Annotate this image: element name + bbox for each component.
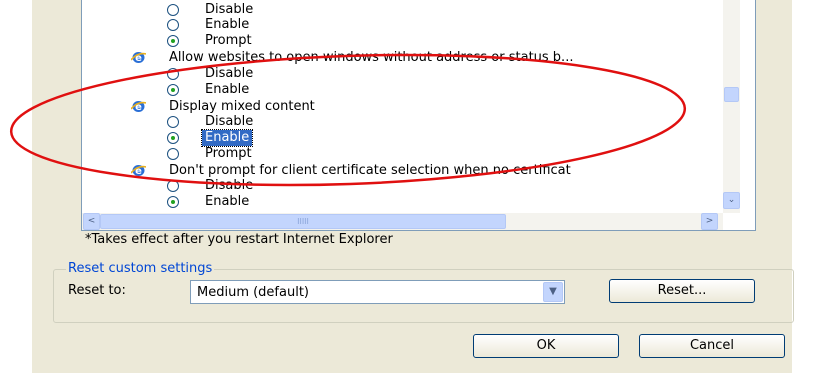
chevron-right-icon: > (705, 216, 714, 226)
ie-icon: e (130, 51, 147, 64)
radio-unchecked-icon[interactable] (167, 68, 179, 80)
scroll-grip-icon: IIIII (297, 217, 309, 226)
reset-level-select[interactable]: Medium (default) ▼ (190, 280, 565, 304)
setting-option[interactable]: Disable (82, 178, 722, 194)
setting-option[interactable]: Enable (82, 17, 722, 33)
scroll-right-button[interactable]: > (701, 213, 718, 230)
reset-button[interactable]: Reset... (609, 279, 755, 303)
ok-button[interactable]: OK (473, 334, 619, 358)
reset-to-label: Reset to: (68, 283, 126, 298)
setting-option[interactable]: Enable (82, 129, 722, 147)
cancel-button[interactable]: Cancel (639, 334, 785, 358)
setting-option-label: Disable (205, 66, 254, 81)
setting-option-label: Prompt (205, 146, 252, 161)
radio-checked-icon[interactable] (167, 35, 179, 47)
scroll-left-button[interactable]: < (83, 213, 100, 230)
setting-option[interactable]: Prompt (82, 33, 722, 49)
setting-option[interactable]: Enable (82, 194, 722, 210)
radio-unchecked-icon[interactable] (167, 19, 179, 31)
setting-category: e Don't prompt for client certificate sel… (82, 163, 722, 179)
horizontal-scroll-thumb[interactable]: IIIII (100, 214, 506, 229)
reset-group-title: Reset custom settings (66, 261, 215, 276)
chevron-down-icon[interactable]: ▼ (543, 282, 563, 302)
setting-option[interactable]: Disable (82, 66, 722, 82)
ie-icon: e (130, 164, 147, 177)
setting-option-label: Prompt (205, 33, 252, 48)
setting-option[interactable]: Disable (82, 2, 722, 18)
setting-option-label: Enable (205, 17, 250, 32)
setting-option-label: Disable (205, 114, 254, 129)
setting-option-label: Disable (205, 178, 254, 193)
setting-option[interactable]: Disable (82, 114, 722, 130)
setting-option-label: Enable (205, 82, 250, 97)
horizontal-scrollbar[interactable]: < IIIII > (82, 213, 723, 230)
vertical-scroll-thumb[interactable] (724, 87, 739, 102)
setting-option[interactable]: Enable (82, 82, 722, 98)
radio-checked-icon[interactable] (167, 196, 179, 208)
radio-unchecked-icon[interactable] (167, 4, 179, 16)
radio-unchecked-icon[interactable] (167, 148, 179, 160)
setting-category-label: Allow websites to open windows without a… (169, 50, 574, 65)
setting-option-label: Enable (205, 194, 250, 209)
radio-unchecked-icon[interactable] (167, 180, 179, 192)
radio-unchecked-icon[interactable] (167, 116, 179, 128)
setting-category-label: Display mixed content (169, 99, 315, 114)
vertical-scrollbar[interactable]: ⌄ (723, 0, 740, 213)
settings-listbox[interactable]: Disable Enable Prompt e Allow websites to op… (81, 0, 756, 231)
ie-icon: e (130, 100, 147, 113)
radio-checked-icon[interactable] (167, 132, 179, 144)
setting-category-label: Don't prompt for client certificate sele… (169, 163, 571, 178)
setting-option-label: Disable (205, 2, 254, 17)
setting-option[interactable]: Prompt (82, 146, 722, 162)
setting-option-label: Enable (200, 129, 254, 147)
scroll-down-button[interactable]: ⌄ (723, 192, 740, 209)
restart-note: *Takes effect after you restart Internet… (85, 232, 393, 247)
reset-level-value: Medium (default) (197, 285, 309, 300)
chevron-left-icon: < (87, 216, 96, 226)
setting-category: e Allow websites to open windows without … (82, 50, 722, 66)
chevron-down-icon: ⌄ (727, 195, 736, 205)
setting-category: e Display mixed content (82, 99, 722, 115)
radio-checked-icon[interactable] (167, 84, 179, 96)
